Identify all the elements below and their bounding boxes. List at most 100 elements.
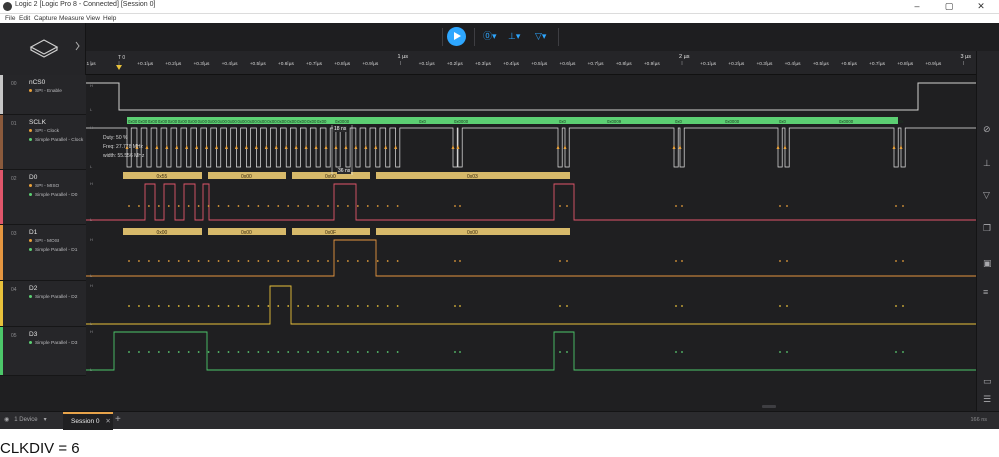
sample-dot (356, 260, 359, 262)
channel-number: 00 (11, 81, 17, 87)
sample-dot (559, 205, 561, 207)
device-selector[interactable]: ◉ 1 Device ▾ (4, 412, 47, 430)
sample-dot (237, 205, 240, 207)
start-capture-button[interactable] (447, 27, 466, 46)
analyzers-panel-icon[interactable]: ⊘ (983, 124, 991, 135)
notes-icon[interactable]: ▣ (983, 258, 992, 269)
sample-dot (347, 351, 349, 353)
maximize-button[interactable]: ▢ (934, 0, 964, 14)
ruler-tick-label: +0.8 µs (616, 61, 633, 67)
minimize-button[interactable]: – (902, 0, 932, 14)
trigger-marker-icon (116, 65, 122, 70)
ruler-tick-label: +0.8 µs (897, 61, 914, 67)
timing-markers-icon[interactable]: ⊥ (983, 158, 991, 169)
sample-dot (197, 260, 200, 262)
sample-dot (187, 260, 190, 262)
channel-name[interactable]: D1 (29, 229, 37, 236)
width-measurement-label: 18 ns (333, 126, 348, 132)
parallel-value-label: 0x00 (158, 119, 168, 124)
sample-dot (267, 305, 270, 307)
settings-icon[interactable]: ≡ (983, 287, 988, 297)
parallel-value-label: 0x0000 (454, 119, 469, 124)
sample-dot (128, 260, 130, 262)
channel-color-bar (0, 170, 3, 224)
menu-file[interactable]: File (5, 14, 15, 23)
sample-dot (327, 305, 329, 307)
analyzers-icon[interactable]: ⓪▾ (483, 30, 501, 42)
sclk-edge-marker-icon (899, 145, 903, 149)
sclk-edge-marker-icon (284, 145, 288, 149)
waveform-canvas[interactable]: 0x00 0x00 0x00 0x00 0x00 0x00 0x00 0x00 0x00 0x00… (86, 75, 976, 376)
parallel-value-label: 0x00 (168, 119, 178, 124)
waveform-view[interactable]: 0x00 0x00 0x00 0x00 0x00 0x00 0x00 0x00 0x00 0x00… (86, 75, 976, 376)
sample-dot (356, 205, 359, 207)
time-ruler[interactable]: -0.1 µs +0.1 µs +0.2 µs +0.3 µs +0.4 µs +0.5 … (81, 51, 976, 75)
channel-number: 05 (11, 333, 17, 339)
ruler-tick-label: +0.5 µs (531, 61, 548, 67)
channel-name[interactable]: SCLK (29, 119, 46, 126)
sample-dot (566, 351, 568, 353)
logic-level-label: L (90, 107, 93, 112)
logic-level-label: H (90, 237, 93, 242)
ruler-major-label: 3 µs (961, 54, 972, 60)
extensions-icon[interactable]: ❐ (983, 223, 991, 234)
close-tab-icon[interactable]: ✕ (105, 418, 110, 425)
menu-help[interactable]: Help (103, 14, 116, 23)
analyzer-dot-icon (29, 184, 32, 188)
sample-dot (895, 260, 897, 262)
sample-dot (128, 305, 130, 307)
sclk-edge-marker-icon (324, 145, 328, 149)
channel-row-d0[interactable]: 02 D0 SPI - MISO Simple Parallel - D0 (0, 170, 86, 225)
channel-row-d1[interactable]: 03 D1 SPI - MOSI Simple Parallel - D1 (0, 225, 86, 281)
parallel-value-label: 0x0 (779, 119, 787, 124)
ruler-tick-label: +0.4 µs (785, 61, 802, 67)
ruler-tick-label: +0.2 µs (728, 61, 745, 67)
channel-row-ncs0[interactable]: 00 nCS0 SPI - Enable (0, 75, 86, 115)
channel-name[interactable]: D2 (29, 285, 37, 292)
marker-panel-icon[interactable]: ▽ (983, 190, 990, 201)
ruler-ticks: -0.1 µs +0.1 µs +0.2 µs +0.3 µs +0.4 µs +0.5 … (81, 54, 972, 70)
channel-name[interactable]: nCS0 (29, 79, 45, 86)
parallel-value-label: 0x00 (257, 119, 267, 124)
parallel-value-label: 0x00 (178, 119, 188, 124)
analyzer-label: Simple Parallel - D3 (35, 341, 78, 346)
ruler-tick-label: -0.1 µs (86, 61, 96, 67)
menu-icon[interactable]: ☰ (983, 394, 991, 405)
device-icon[interactable] (0, 23, 86, 75)
channel-number: 03 (11, 231, 17, 237)
window-title: Logic 2 [Logic Pro 8 - Connected] [Sessi… (15, 1, 156, 8)
sclk-edge-marker-icon (294, 145, 298, 149)
channel-row-d2[interactable]: 04 D2 Simple Parallel - D2 (0, 281, 86, 327)
parallel-value-label: 0x00 (208, 119, 218, 124)
parallel-value-label: 0x00 (218, 119, 228, 124)
measurement-icon[interactable]: ⊥▾ (508, 30, 526, 42)
menu-view[interactable]: View (86, 14, 100, 23)
close-window-button[interactable]: ✕ (966, 0, 996, 14)
ruler-tick-label: +0.6 µs (841, 61, 858, 67)
sample-dot (681, 305, 683, 307)
channel-row-d3[interactable]: 05 D3 Simple Parallel - D3 (0, 327, 86, 376)
menu-capture[interactable]: Capture (34, 14, 57, 23)
parallel-value-label: 0x0000 (725, 119, 740, 124)
sample-dot (681, 205, 683, 207)
logic-level-label: H (90, 181, 93, 186)
sclk-edge-marker-icon (175, 145, 179, 149)
menu-measure[interactable]: Measure (59, 14, 84, 23)
channel-name[interactable]: D0 (29, 174, 37, 181)
tab-session-0[interactable]: Session 0 ✕ (63, 412, 113, 430)
sclk-edge-marker-icon (672, 145, 676, 149)
sample-dot (307, 260, 309, 262)
channel-row-sclk[interactable]: 01 SCLK SPI - Clock Simple Parallel - Clock (0, 115, 86, 170)
parallel-value-label: 0x00 (128, 119, 138, 124)
scroll-handle[interactable] (762, 405, 776, 408)
sample-dot (559, 305, 561, 307)
sclk-edge-marker-icon (225, 145, 228, 149)
menu-edit[interactable]: Edit (19, 14, 30, 23)
sample-dot (337, 260, 339, 262)
sample-dot (177, 305, 180, 307)
add-session-button[interactable]: + (115, 414, 121, 425)
marker-icon[interactable]: ▽▾ (535, 30, 553, 42)
channel-name[interactable]: D3 (29, 331, 37, 338)
sample-dot (227, 351, 230, 353)
chat-icon[interactable]: ▭ (983, 376, 992, 387)
